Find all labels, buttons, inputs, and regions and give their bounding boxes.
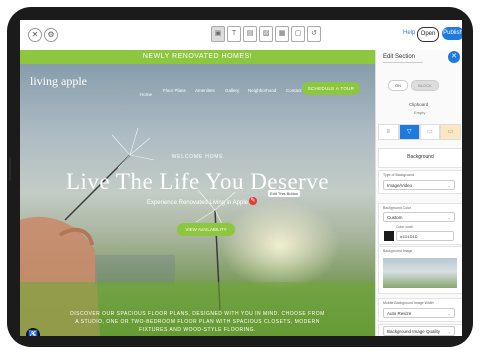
background-heading: Background [407, 154, 434, 160]
hex-label: Color code [396, 225, 413, 229]
text-icon[interactable]: T [227, 26, 241, 42]
layout-icon[interactable]: ▤ [243, 26, 257, 42]
hex-input[interactable]: #1D1D1D [396, 231, 454, 241]
select-icon[interactable]: ▣ [211, 26, 225, 42]
color-swatch[interactable] [384, 231, 394, 241]
color-value: Custom [387, 215, 403, 220]
toggle-on-button[interactable]: ON [388, 80, 408, 91]
nav-home[interactable]: Home [140, 92, 152, 97]
help-link[interactable]: Help [403, 30, 415, 36]
chevron-down-icon: ⌄ [447, 311, 451, 316]
chevron-down-icon: ⌄ [447, 183, 451, 188]
editor-toolbar: ✕ ⚙ ▣ T ▤ ▨ ▦ ▢ ↺ Help Open Publish [20, 20, 462, 51]
background-heading-box: Background [378, 148, 462, 168]
hero-subtitle[interactable]: Experience Renovated Living in Apple [20, 200, 375, 206]
announcement-banner[interactable]: NEWLY RENOVATED HOMES! [20, 50, 375, 64]
hero-headline[interactable]: Live The Life You Deserve [20, 169, 375, 195]
website-preview: NEWLY RENOVATED HOMES! living apple Home… [20, 50, 375, 336]
color-select[interactable]: Custom ⌄ [383, 212, 455, 222]
quality-select[interactable]: Background Image Quality ⌄ [383, 326, 455, 336]
tab-advanced[interactable]: ▭ [440, 124, 461, 140]
grid-icon[interactable]: ▦ [275, 26, 289, 42]
accessibility-icon[interactable]: ♿ [26, 328, 40, 336]
color-label: Background Color [383, 206, 412, 210]
image-field: Background Image [378, 246, 462, 294]
panel-title-underline [383, 62, 423, 63]
welcome-eyebrow: WELCOME HOME [171, 154, 224, 160]
tab-background[interactable]: ▽ [398, 124, 420, 140]
background-image-thumbnail[interactable] [383, 258, 457, 288]
tool-group: ▣ T ▤ ▨ ▦ ▢ ↺ [211, 26, 321, 42]
tab-layout[interactable]: ≡ [378, 124, 399, 140]
quality-field: Background Image Quality ⌄ [378, 324, 462, 336]
settings-icon[interactable]: ⚙ [44, 28, 58, 42]
panel-close-icon[interactable]: ✕ [448, 51, 460, 63]
page-icon[interactable]: ▢ [291, 26, 305, 42]
nav-contact[interactable]: Contact [286, 88, 302, 93]
nav-amenities[interactable]: Amenities [195, 88, 215, 93]
tablet-button [9, 157, 11, 181]
width-select[interactable]: Auto Resize ⌄ [383, 308, 455, 318]
width-value: Auto Resize [387, 311, 412, 316]
edit-section-panel: Edit Section ✕ ON BLOCK Clipboard Empty … [375, 50, 462, 336]
open-button[interactable]: Open [417, 27, 439, 42]
image-icon[interactable]: ▨ [259, 26, 273, 42]
view-availability-button[interactable]: VIEW AVAILABILITY [177, 223, 235, 236]
description-text[interactable]: DISCOVER OUR SPACIOUS FLOOR PLANS, DESIG… [70, 310, 325, 334]
site-logo[interactable]: living apple [30, 74, 87, 89]
nav-neighborhood[interactable]: Neighborhood [248, 88, 276, 93]
type-label: Type of Background [383, 173, 415, 177]
clipboard-empty: Empty [414, 110, 426, 115]
type-value: Image/Video [387, 183, 413, 188]
color-field: Background Color Custom ⌄ Color code #1D1… [378, 203, 462, 245]
toggle-block-button[interactable]: BLOCK [411, 80, 439, 91]
chevron-down-icon: ⌄ [447, 329, 451, 334]
close-icon[interactable]: ✕ [28, 28, 42, 42]
tab-spacing[interactable]: ▭ [419, 124, 441, 140]
edit-tooltip: Edit This Button [268, 190, 301, 197]
distant-buildings [95, 255, 175, 285]
quality-label: Background Image Quality [387, 329, 441, 334]
tablet-screen: ✕ ⚙ ▣ T ▤ ▨ ▦ ▢ ↺ Help Open Publish NEWL… [20, 20, 462, 336]
undo-icon[interactable]: ↺ [307, 26, 321, 42]
clipboard-label: Clipboard [409, 102, 429, 107]
nav-floor-plans[interactable]: Floor Plans [163, 88, 186, 93]
type-select[interactable]: Image/Video ⌄ [383, 180, 455, 190]
section-toggle: ON BLOCK [388, 80, 439, 91]
image-label: Background Image [383, 249, 413, 253]
width-label: Mobile Background Image Width [383, 301, 434, 305]
chevron-down-icon: ⌄ [447, 215, 451, 220]
publish-button[interactable]: Publish [442, 27, 462, 40]
tablet-frame: ✕ ⚙ ▣ T ▤ ▨ ▦ ▢ ↺ Help Open Publish NEWL… [7, 7, 473, 347]
sparks-left [111, 127, 155, 169]
panel-tabs: ≡ ▽ ▭ ▭ [378, 124, 461, 140]
panel-title: Edit Section [383, 54, 416, 60]
type-field: Type of Background Image/Video ⌄ [378, 170, 462, 194]
nav-gallery[interactable]: Gallery [225, 88, 239, 93]
width-field: Mobile Background Image Width Auto Resiz… [378, 298, 462, 322]
schedule-tour-button[interactable]: SCHEDULE A TOUR [302, 82, 360, 95]
